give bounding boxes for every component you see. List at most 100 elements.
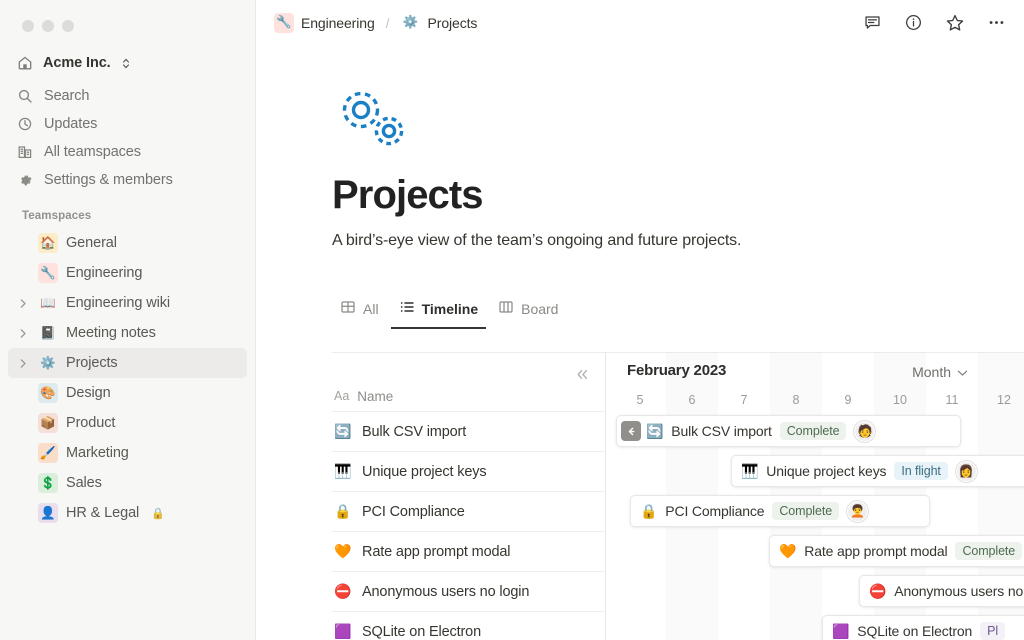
row-title: SQLite on Electron	[362, 623, 482, 640]
timeline-bar-row: 🎹 Unique project keys In flight 👩	[606, 451, 1024, 491]
bar-icon: 🧡	[779, 542, 797, 559]
sidebar-item-general[interactable]: 🏠 General	[8, 228, 247, 258]
row-title: Rate app prompt modal	[362, 543, 511, 560]
clock-icon	[16, 116, 34, 132]
workspace-switcher[interactable]: Acme Inc.	[8, 50, 247, 76]
bar-title: PCI Compliance	[665, 503, 765, 519]
tab-label: All	[363, 300, 379, 317]
sidebar-item-hr-legal[interactable]: 👤 HR & Legal 🔒	[8, 498, 247, 528]
window-controls	[0, 0, 255, 32]
sidebar-item-label: Engineering	[66, 265, 143, 281]
tab-label: Timeline	[421, 300, 479, 317]
sidebar-item-marketing[interactable]: 🖌️ Marketing	[8, 438, 247, 468]
chevron-right-icon[interactable]	[16, 328, 30, 339]
tab-board[interactable]: Board	[490, 299, 566, 329]
row-icon: 🟪	[334, 623, 352, 639]
timeline-day-label: 6	[688, 393, 696, 407]
close-window-dot[interactable]	[22, 20, 34, 32]
star-icon[interactable]	[945, 13, 965, 33]
sidebar-item-label: Product	[66, 415, 116, 431]
sidebar-item-projects[interactable]: ⚙️ Projects	[8, 348, 247, 378]
sidebar-item-label: Projects	[66, 355, 118, 371]
teamspace-icon: ⚙️	[40, 355, 56, 370]
page-subtitle: A bird’s-eye view of the team’s ongoing …	[332, 232, 742, 249]
timeline-row[interactable]: 🧡 Rate app prompt modal	[332, 531, 605, 571]
scroll-left-icon[interactable]	[621, 421, 641, 441]
tab-all[interactable]: All	[332, 299, 387, 329]
timeline-row[interactable]: 🔄 Bulk CSV import	[332, 411, 605, 451]
teamspace-icon: 📦	[38, 413, 58, 433]
timeline-month-label: February 2023	[627, 362, 727, 379]
sidebar-item-label: Engineering wiki	[66, 295, 170, 311]
timeline-view: Aa Name 🔄 Bulk CSV import 🎹 Unique project …	[332, 352, 1024, 640]
timeline-row-list: 🔄 Bulk CSV import 🎹 Unique project keys 🔒 PCI…	[332, 411, 605, 640]
timeline-row[interactable]: ⛔ Anonymous users no login	[332, 571, 605, 611]
sidebar-item-sales[interactable]: 💲 Sales	[8, 468, 247, 498]
row-title: Anonymous users no login	[362, 583, 530, 600]
top-bar-actions	[863, 13, 1006, 33]
avatar: 🧑‍🦱	[847, 500, 869, 522]
timeline-icon	[399, 299, 415, 318]
text-property-icon: Aa	[334, 389, 350, 403]
timeline-scale-selector[interactable]: Month	[912, 364, 968, 380]
sidebar-item-engineering[interactable]: 🔧 Engineering	[8, 258, 247, 288]
more-icon[interactable]	[987, 13, 1006, 32]
timeline-bars: 🔄 Bulk CSV import Complete 🧑 🎹 Unique project…	[606, 411, 1024, 640]
tab-timeline[interactable]: Timeline	[390, 299, 487, 329]
timeline-bar[interactable]: 🔒 PCI Compliance Complete 🧑‍🦱	[630, 495, 930, 527]
sidebar-item-design[interactable]: 🎨 Design	[8, 378, 247, 408]
maximize-window-dot[interactable]	[62, 20, 74, 32]
minimize-window-dot[interactable]	[42, 20, 54, 32]
breadcrumb-item-engineering[interactable]: 🔧 Engineering	[270, 11, 379, 35]
comment-icon[interactable]	[863, 13, 882, 32]
bar-title: Anonymous users no login	[894, 583, 1024, 599]
sidebar-item-meeting-notes[interactable]: 📓 Meeting notes	[8, 318, 247, 348]
timeline-bar[interactable]: 🎹 Unique project keys In flight 👩	[731, 455, 1024, 487]
sidebar-item-engineering-wiki[interactable]: 📖 Engineering wiki	[8, 288, 247, 318]
sidebar-item-label: HR & Legal	[66, 505, 140, 521]
bar-icon: 🔒	[640, 502, 658, 519]
teamspace-icon: 🖌️	[38, 443, 58, 463]
timeline-bar[interactable]: 🧡 Rate app prompt modal Complete	[769, 535, 1024, 567]
chevron-updown-icon[interactable]	[121, 57, 131, 70]
page-icon[interactable]	[332, 89, 1024, 151]
wrench-icon: 🔧	[274, 12, 294, 33]
teamspace-icon: 💲	[38, 473, 58, 493]
timeline-bar-row: ⛔ Anonymous users no login	[606, 571, 1024, 611]
teamspace-icon: 📓	[40, 325, 56, 340]
buildings-icon	[16, 144, 34, 160]
sidebar-item-settings-members[interactable]: Settings & members	[8, 166, 247, 194]
teamspace-icon: 🔧	[38, 263, 58, 283]
gear-icon	[16, 172, 34, 188]
sidebar-item-label: All teamspaces	[44, 144, 141, 160]
sidebar-item-product[interactable]: 📦 Product	[8, 408, 247, 438]
timeline-bar[interactable]: 🟪 SQLite on Electron Pl	[822, 615, 1024, 640]
sidebar-item-label: Updates	[44, 116, 98, 132]
timeline-row[interactable]: 🟪 SQLite on Electron	[332, 611, 605, 640]
sidebar-item-search[interactable]: Search	[8, 82, 247, 110]
teamspace-icon: 🎨	[38, 383, 58, 403]
timeline-day-label: 11	[945, 393, 959, 407]
bar-title: SQLite on Electron	[857, 623, 973, 639]
name-column-label: Name	[357, 388, 394, 404]
timeline-bar[interactable]: ⛔ Anonymous users no login	[859, 575, 1024, 607]
info-icon[interactable]	[904, 13, 923, 32]
bar-title: Unique project keys	[766, 463, 887, 479]
breadcrumb-item-projects[interactable]: ⚙️ Projects	[397, 11, 482, 35]
chevron-right-icon[interactable]	[16, 358, 30, 369]
timeline-row[interactable]: 🎹 Unique project keys	[332, 451, 605, 491]
row-icon: 🎹	[334, 463, 352, 479]
sidebar-item-all-teamspaces[interactable]: All teamspaces	[8, 138, 247, 166]
timeline-day-label: 9	[844, 393, 852, 407]
chevron-right-icon[interactable]	[16, 298, 30, 309]
teamspace-icon: 👤	[38, 503, 58, 523]
timeline-row[interactable]: 🔒 PCI Compliance	[332, 491, 605, 531]
name-column-title[interactable]: Aa Name	[332, 381, 605, 411]
timeline-day-label: 5	[636, 393, 644, 407]
sidebar-item-updates[interactable]: Updates	[8, 110, 247, 138]
sidebar-item-label: Design	[66, 385, 111, 401]
timeline-bar[interactable]: 🔄 Bulk CSV import Complete 🧑	[616, 415, 961, 447]
sidebar-item-label: Search	[44, 88, 90, 104]
timeline-day-label: 8	[792, 393, 800, 407]
avatar: 🧑	[854, 420, 876, 442]
